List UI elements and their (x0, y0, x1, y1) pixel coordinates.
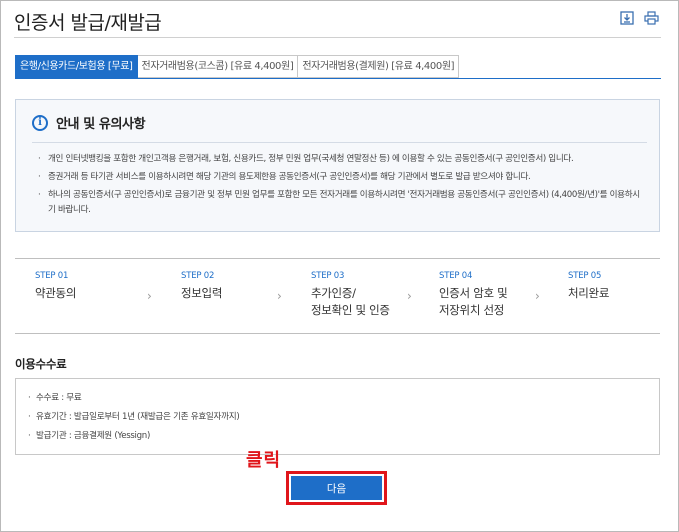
step-number: STEP 01 (35, 271, 69, 281)
fee-item: 수수료 : 무료 (28, 389, 239, 408)
step-4: STEP 04 인증서 암호 및 저장위치 선정 (439, 271, 508, 319)
page-tools (619, 10, 659, 26)
tab-koscom-general[interactable]: 전자거래범용(코스콤) [유료 4,400원] (137, 55, 299, 78)
fee-item: 발급기관 : 금융결제원 (Yessign) (28, 427, 239, 446)
notice-divider (32, 142, 647, 143)
step-5: STEP 05 처리완료 (568, 271, 609, 302)
chevron-right-icon: › (535, 289, 540, 303)
step-label: 추가인증/ 정보확인 및 인증 (311, 286, 390, 317)
fee-list: 수수료 : 무료 유효기간 : 발급일로부터 1년 (재발급은 기존 유효일자까… (28, 389, 240, 446)
step-3: STEP 03 추가인증/ 정보확인 및 인증 (311, 271, 390, 319)
notice-header: i 안내 및 유의사항 (32, 113, 146, 132)
print-icon[interactable] (643, 10, 659, 26)
step-label: 처리완료 (568, 286, 610, 300)
notice-item: 하나의 공동인증서(구 공인인증서)로 금융기관 및 정부 민원 업무를 포함한… (38, 188, 647, 218)
chevron-right-icon: › (147, 289, 152, 303)
chevron-right-icon: › (407, 289, 412, 303)
step-indicator: STEP 01 약관동의 › STEP 02 정보입력 › STEP 03 추가… (15, 258, 660, 334)
step-number: STEP 03 (311, 271, 345, 281)
fee-heading: 이용수수료 (15, 357, 67, 371)
download-icon[interactable] (619, 10, 635, 26)
certificate-type-tabs: 은행/신용카드/보험용 [무료] 전자거래범용(코스콤) [유료 4,400원]… (15, 55, 460, 78)
title-divider (14, 37, 661, 38)
step-label: 약관동의 (35, 286, 77, 300)
chevron-right-icon: › (277, 289, 282, 303)
next-button[interactable]: 다음 (291, 476, 382, 500)
notice-item: 개인 인터넷뱅킹을 포함한 개인고객용 은행거래, 보험, 신용카드, 정부 민… (38, 152, 647, 167)
step-1: STEP 01 약관동의 (35, 271, 76, 302)
tabs-underline (15, 78, 661, 79)
tab-kftc-general[interactable]: 전자거래범용(결제원) [유료 4,400원] (298, 55, 460, 78)
notice-title: 안내 및 유의사항 (56, 117, 146, 132)
click-annotation: 클릭 (246, 450, 282, 471)
page-title: 인증서 발급/재발급 (14, 12, 162, 34)
notice-box: i 안내 및 유의사항 개인 인터넷뱅킹을 포함한 개인고객용 은행거래, 보험… (15, 99, 660, 232)
step-label: 정보입력 (181, 286, 223, 300)
fee-box: 수수료 : 무료 유효기간 : 발급일로부터 1년 (재발급은 기존 유효일자까… (15, 378, 660, 455)
step-2: STEP 02 정보입력 (181, 271, 222, 302)
notice-list: 개인 인터넷뱅킹을 포함한 개인고객용 은행거래, 보험, 신용카드, 정부 민… (38, 152, 647, 221)
step-number: STEP 02 (181, 271, 215, 281)
step-number: STEP 04 (439, 271, 473, 281)
info-icon: i (32, 114, 48, 131)
step-label: 인증서 암호 및 저장위치 선정 (439, 286, 508, 317)
fee-item: 유효기간 : 발급일로부터 1년 (재발급은 기존 유효일자까지) (28, 408, 240, 427)
tab-bank-card-insurance[interactable]: 은행/신용카드/보험용 [무료] (15, 55, 138, 78)
notice-item: 증권거래 등 타기관 서비스를 이용하시려면 해당 기관의 용도제한용 공동인증… (38, 170, 647, 185)
step-number: STEP 05 (568, 271, 602, 281)
